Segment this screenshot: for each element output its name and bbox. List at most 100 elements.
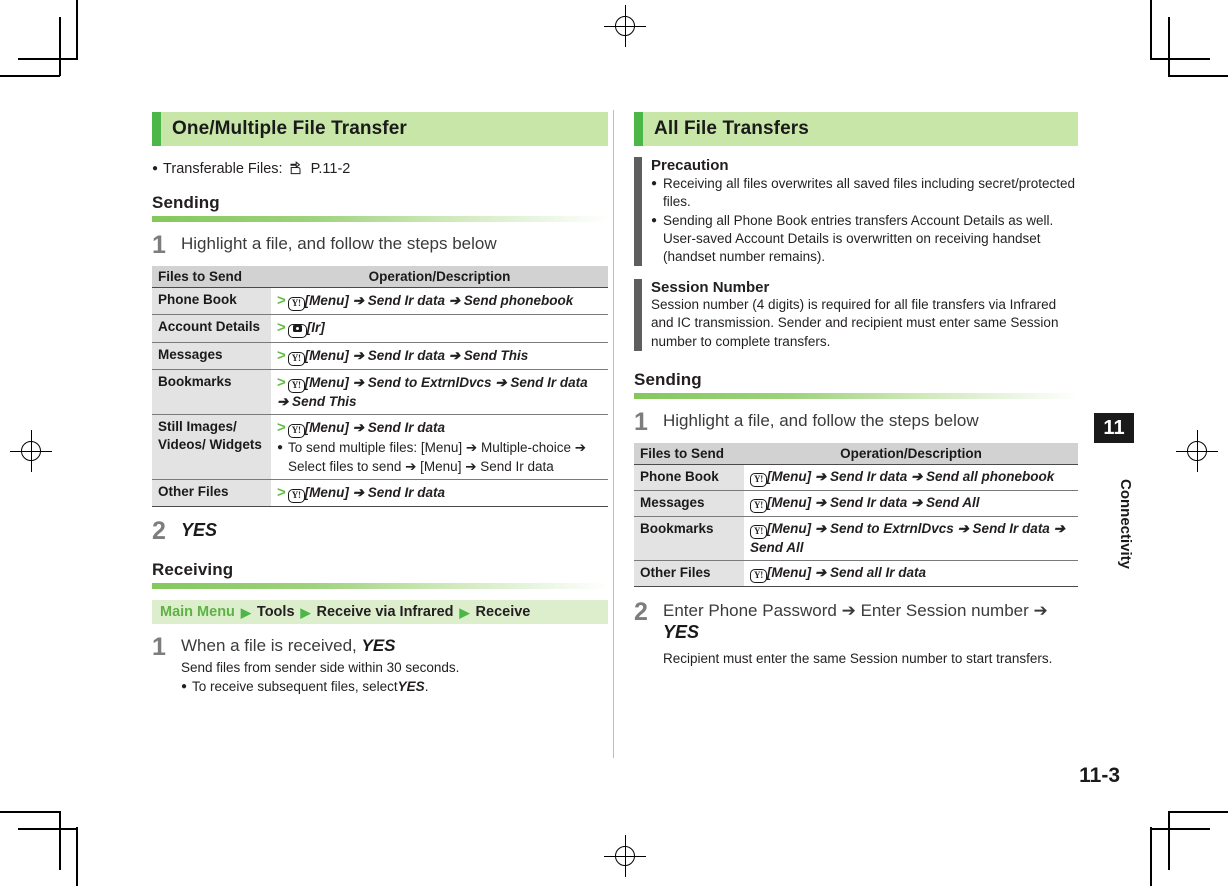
row-label: Other Files (634, 560, 744, 587)
step-1-right: 1 Highlight a file, and follow the steps… (634, 407, 1078, 436)
row-operation: Y! [Menu] ➔ Send to ExtrnlDvcs ➔ Send Ir … (744, 516, 1078, 561)
step-number: 2 (152, 517, 166, 546)
row-operation: Y! [Menu] ➔ Send all Ir data (744, 560, 1078, 587)
nav-path-bar: Main Menu ▶ Tools ▶ Receive via Infrared… (152, 600, 608, 625)
step-text: YES (181, 520, 218, 541)
note-sidebar (634, 279, 642, 351)
table-row: Still Images/ Videos/ Widgets > Y! [Menu] … (152, 414, 608, 480)
sending-table-right: Files to Send Operation/Description Phon… (634, 442, 1078, 587)
nav-item-receive[interactable]: Receive (476, 604, 531, 620)
row-operation-text: [Menu] ➔ Send Ir data (304, 484, 445, 500)
row-operation-text: [Menu] ➔ Send Ir data ➔ Send all phonebo… (766, 468, 1055, 484)
section-accent-bar (152, 112, 161, 146)
yahoo-key-icon: Y! (287, 351, 305, 366)
row-label: Messages (152, 342, 271, 370)
bullet-dot: ● (277, 442, 284, 454)
step-subtext: Recipient must enter the same Session nu… (663, 650, 1053, 666)
step-text-emphasis: YES (361, 636, 396, 656)
step-text: Highlight a file, and follow the steps b… (181, 234, 497, 253)
step-subtext-line2-tail: . (424, 678, 429, 694)
yahoo-key-icon: Y! (750, 498, 767, 513)
step-marker-icon: > (277, 373, 286, 391)
section-header-one-multiple: One/Multiple File Transfer (152, 112, 608, 146)
step-text: Highlight a file, and follow the steps b… (663, 410, 979, 430)
step-number: 1 (152, 633, 166, 662)
section-accent-bar (634, 112, 643, 146)
column-divider (613, 110, 614, 758)
left-column: One/Multiple File Transfer ● Transferabl… (152, 112, 608, 696)
receiving-heading: Receiving (152, 560, 234, 580)
yahoo-key-icon: Y! (287, 488, 305, 503)
step-number: 1 (634, 407, 648, 436)
session-number-note: Session Number Session number (4 digits)… (634, 279, 1078, 351)
row-operation-text: [Ir] (306, 320, 325, 336)
sending-heading-right: Sending (634, 369, 702, 389)
row-operation-text: [Menu] ➔ Send Ir data (304, 420, 445, 436)
bullet-dot: ● (651, 215, 658, 227)
step-marker-icon: > (277, 346, 286, 364)
yahoo-key-icon: Y! (287, 378, 305, 393)
row-operation-text: [Menu] ➔ Send Ir data ➔ Send All (766, 494, 980, 510)
chapter-number-tab: 11 (1094, 413, 1134, 443)
nav-item-main-menu[interactable]: Main Menu (160, 604, 235, 620)
manual-page: One/Multiple File Transfer ● Transferabl… (0, 0, 1228, 886)
table-header-row: Files to Send Operation/Description (152, 266, 608, 288)
row-label: Phone Book (634, 464, 744, 491)
row-label: Bookmarks (152, 369, 271, 416)
transferable-files-reference[interactable]: P.11-2 (311, 161, 351, 177)
registration-mark-right (1176, 430, 1218, 472)
row-label: Still Images/ Videos/ Widgets (152, 414, 271, 480)
step-text-line1: Enter Phone Password ➔ Enter Session num… (663, 600, 1048, 620)
step-text-plain: When a file is received, (181, 636, 357, 656)
row-operation: > Y! [Menu] ➔ Send Ir data ➔ Send phoneboo… (271, 287, 608, 316)
step-subtext-line2-emphasis: YES (397, 678, 425, 694)
row-operation: Y! [Menu] ➔ Send Ir data ➔ Send all phone… (744, 464, 1078, 491)
session-number-text: Session number (4 digits) is required fo… (651, 297, 1059, 349)
step-number: 2 (634, 597, 648, 626)
precaution-item-text: Receiving all files overwrites all saved… (663, 176, 1075, 210)
step-marker-icon: > (277, 419, 286, 437)
precaution-title: Precaution (651, 157, 729, 174)
precaution-note: Precaution ● Receiving all files overwri… (634, 157, 1078, 267)
row-operation: > Y! [Menu] ➔ Send Ir data (271, 479, 608, 508)
step-subtext: Send files from sender side within 30 se… (181, 659, 608, 695)
step-1-left: 1 Highlight a file, and follow the steps… (152, 233, 608, 258)
section-title: All File Transfers (654, 118, 809, 139)
chevron-right-icon: ▶ (300, 604, 311, 620)
sending-table-left: Files to Send Operation/Description Phon… (152, 266, 608, 508)
th-operation: Operation/Description (271, 266, 608, 288)
precaution-item: ● Receiving all files overwrites all sav… (651, 175, 1078, 211)
yahoo-key-icon: Y! (750, 568, 767, 583)
step-2-left: 2 YES (152, 519, 608, 544)
gradient-rule (152, 216, 608, 222)
yahoo-key-icon: Y! (750, 524, 767, 539)
bullet-dot: ● (651, 178, 658, 189)
nav-item-receive-via-infrared[interactable]: Receive via Infrared (317, 604, 454, 620)
row-operation-text: [Menu] ➔ Send all Ir data (766, 564, 926, 580)
row-label: Phone Book (152, 287, 271, 316)
row-operation-text: [Menu] ➔ Send to ExtrnlDvcs ➔ Send Ir da… (750, 520, 1065, 555)
yahoo-key-icon: Y! (287, 424, 305, 439)
step-1-receiving: 1 When a file is received, YES Send file… (152, 635, 608, 696)
chevron-right-icon: ▶ (240, 604, 251, 620)
session-number-title: Session Number (651, 279, 770, 297)
table-row: Messages > Y! [Menu] ➔ Send Ir data ➔ Send… (152, 342, 608, 370)
pointing-hand-icon (290, 161, 305, 175)
table-row: Other Files > Y! [Menu] ➔ Send Ir data (152, 479, 608, 508)
section-header-all-file-transfers: All File Transfers (634, 112, 1078, 146)
table-row: Account Details > [Ir] (152, 314, 608, 343)
row-label: Bookmarks (634, 516, 744, 561)
camera-key-icon (287, 324, 307, 339)
row-operation-text: [Menu] ➔ Send to ExtrnlDvcs ➔ Send Ir da… (277, 374, 588, 409)
th-files-to-send: Files to Send (634, 442, 744, 465)
bullet-dot: ● (152, 163, 159, 174)
row-operation: Y! [Menu] ➔ Send Ir data ➔ Send All (744, 490, 1078, 517)
table-row: Other Files Y! [Menu] ➔ Send all Ir data (634, 560, 1078, 587)
row-operation: > [Ir] (271, 314, 608, 343)
table-header-row: Files to Send Operation/Description (634, 442, 1078, 465)
step-subtext-line2: ● To receive subsequent files, selectYES… (181, 678, 608, 696)
row-operation: > Y! [Menu] ➔ Send to ExtrnlDvcs ➔ Send Ir… (271, 369, 608, 416)
row-label: Messages (634, 490, 744, 517)
row-operation-text: [Menu] ➔ Send Ir data ➔ Send phonebook (304, 293, 574, 308)
nav-item-tools[interactable]: Tools (257, 604, 295, 620)
